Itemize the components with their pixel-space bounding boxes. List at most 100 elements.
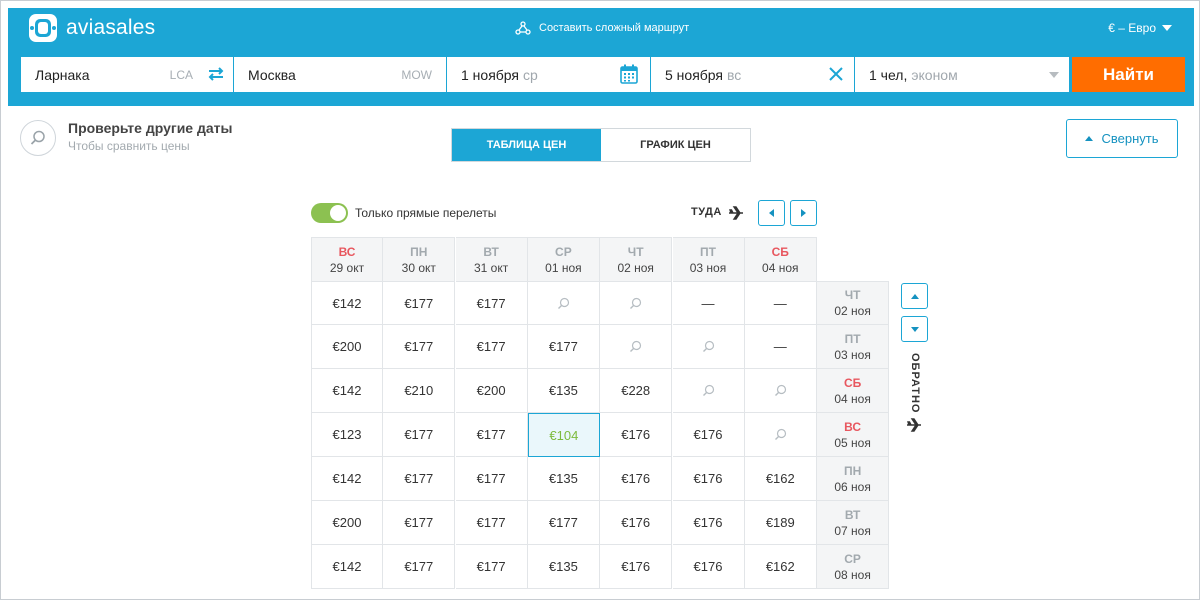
price-cell[interactable]: €142 <box>311 457 383 501</box>
destination-input[interactable]: Москва <box>248 67 296 83</box>
row-header: ПН 06 ноя <box>817 457 890 501</box>
price-cell[interactable]: €176 <box>600 457 673 501</box>
search-icon <box>702 340 714 352</box>
depart-dow: ср <box>523 66 538 83</box>
price-cell[interactable]: €176 <box>600 545 673 589</box>
price-cell-search[interactable] <box>672 369 745 413</box>
price-cell[interactable]: €177 <box>455 501 528 545</box>
column-dow: СР <box>555 244 572 259</box>
column-date: 01 ноя <box>545 260 582 275</box>
price-cell[interactable]: €142 <box>311 281 383 325</box>
price-cell[interactable]: €177 <box>383 501 456 545</box>
price-cell[interactable]: €177 <box>455 545 528 589</box>
search-icon <box>30 130 45 145</box>
price-cell[interactable]: €176 <box>600 413 673 457</box>
price-cell[interactable]: €200 <box>311 501 383 545</box>
price-cell-empty: — <box>744 281 817 325</box>
price-cell[interactable]: €123 <box>311 413 383 457</box>
row-date: 07 ноя <box>834 523 871 538</box>
destination-field[interactable]: Москва MOW <box>234 57 446 92</box>
origin-field[interactable]: Ларнака LCA <box>21 57 233 92</box>
price-cell[interactable]: €228 <box>600 369 673 413</box>
price-cell-search[interactable] <box>600 281 673 325</box>
prev-week-button[interactable] <box>758 200 785 226</box>
price-cell-search[interactable] <box>600 325 673 369</box>
price-cell[interactable]: €177 <box>455 325 528 369</box>
column-header: ЧТ 02 ноя <box>600 237 673 281</box>
price-cell[interactable]: €162 <box>744 457 817 501</box>
price-cell[interactable]: €142 <box>311 545 383 589</box>
aviasales-logo-icon <box>29 14 57 42</box>
column-date: 04 ноя <box>762 260 799 275</box>
price-cell-search[interactable] <box>672 325 745 369</box>
price-cell[interactable]: €176 <box>672 545 745 589</box>
logo[interactable]: aviasales <box>28 13 155 43</box>
price-cell[interactable]: €135 <box>527 545 600 589</box>
price-cell[interactable]: €162 <box>744 545 817 589</box>
alt-dates-subtitle: Чтобы сравнить цены <box>68 139 190 153</box>
column-date: 02 ноя <box>617 260 654 275</box>
column-header: СР 01 ноя <box>527 237 600 281</box>
price-cell-search[interactable] <box>744 413 817 457</box>
chevron-left-icon <box>769 209 774 217</box>
column-dow: ВС <box>338 244 356 259</box>
collapse-button[interactable]: Свернуть <box>1066 119 1178 158</box>
price-cell[interactable]: €200 <box>311 325 383 369</box>
plane-icon <box>729 206 743 220</box>
price-cell[interactable]: €177 <box>527 325 600 369</box>
row-header: СР 08 ноя <box>817 545 890 589</box>
next-return-button[interactable] <box>901 316 928 342</box>
next-week-button[interactable] <box>790 200 817 226</box>
find-button[interactable]: Найти <box>1072 57 1185 92</box>
chevron-down-icon <box>1049 72 1059 78</box>
price-cell[interactable]: €177 <box>527 501 600 545</box>
price-cell-search[interactable] <box>527 281 600 325</box>
price-cell[interactable]: €200 <box>455 369 528 413</box>
price-cell[interactable]: €177 <box>455 457 528 501</box>
price-cell[interactable]: €142 <box>311 369 383 413</box>
price-cell[interactable]: €177 <box>455 413 528 457</box>
complex-route-link[interactable]: Составить сложный маршрут <box>515 18 689 38</box>
tab-price-graph[interactable]: ГРАФИК ЦЕН <box>601 129 750 161</box>
return-date-field[interactable]: 5 ноября вс <box>651 57 854 92</box>
calendar-icon[interactable] <box>620 64 638 84</box>
alt-dates-title: Проверьте другие даты <box>68 120 233 136</box>
price-cell-best[interactable]: €104 <box>527 413 600 457</box>
row-dow: СБ <box>843 375 862 390</box>
price-cell[interactable]: €177 <box>455 281 528 325</box>
tab-price-table[interactable]: ТАБЛИЦА ЦЕН <box>452 129 601 161</box>
price-cell[interactable]: €177 <box>383 457 456 501</box>
price-cell[interactable]: €176 <box>600 501 673 545</box>
price-cell[interactable]: €210 <box>383 369 456 413</box>
view-tabs: ТАБЛИЦА ЦЕН ГРАФИК ЦЕН <box>451 128 751 162</box>
price-cell[interactable]: €176 <box>672 501 745 545</box>
prev-return-button[interactable] <box>901 283 928 309</box>
price-cell[interactable]: €189 <box>744 501 817 545</box>
column-dow: ПН <box>410 244 428 259</box>
origin-input[interactable]: Ларнака <box>35 67 90 83</box>
price-cell[interactable]: €177 <box>383 281 456 325</box>
price-cell-search[interactable] <box>744 369 817 413</box>
destination-code: MOW <box>401 67 432 82</box>
price-cell[interactable]: €177 <box>383 325 456 369</box>
row-dow: ПТ <box>844 331 861 346</box>
price-cell-empty: — <box>672 281 745 325</box>
depart-date-field[interactable]: 1 ноября ср <box>447 57 650 92</box>
passengers-field[interactable]: 1 чел, эконом <box>855 57 1069 92</box>
price-cell[interactable]: €177 <box>383 545 456 589</box>
search-icon <box>630 297 642 309</box>
price-cell[interactable]: €176 <box>672 413 745 457</box>
price-cell[interactable]: €135 <box>527 457 600 501</box>
search-dates-button[interactable] <box>20 120 56 156</box>
collapse-label: Свернуть <box>1101 131 1159 146</box>
column-header: ВС 29 окт <box>311 237 383 281</box>
search-icon <box>774 384 786 396</box>
price-cell[interactable]: €135 <box>527 369 600 413</box>
direct-flights-toggle[interactable] <box>311 203 348 223</box>
price-cell[interactable]: €177 <box>383 413 456 457</box>
currency-selector[interactable]: € – Евро <box>1108 18 1172 38</box>
price-cell[interactable]: €176 <box>672 457 745 501</box>
search-icon <box>557 297 569 309</box>
swap-icon[interactable] <box>207 66 225 82</box>
close-icon[interactable] <box>828 66 844 82</box>
